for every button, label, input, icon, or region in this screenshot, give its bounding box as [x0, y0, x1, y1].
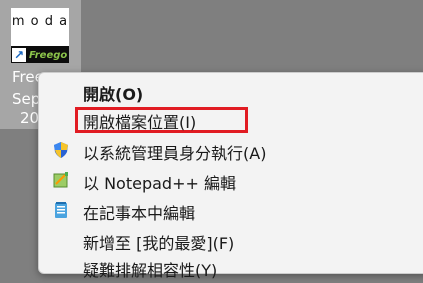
menu-item-label: 開啟檔案位置(I)	[83, 113, 197, 132]
menu-item-edit-notepad[interactable]: 在記事本中編輯	[39, 196, 423, 226]
menu-item-open[interactable]: 開啟(O)	[39, 77, 423, 107]
menu-item-label: 在記事本中編輯	[83, 204, 196, 223]
menu-item-label: 疑難排解相容性(Y)	[83, 261, 218, 280]
freego-logo-text: Freego	[29, 50, 68, 61]
freego-banner: ↗ Freego	[11, 46, 69, 63]
shortcut-arrow-icon: ↗	[12, 48, 26, 62]
menu-item-label: 以系統管理員身分執行(A)	[83, 144, 267, 163]
uac-shield-icon	[54, 142, 68, 158]
menu-item-troubleshoot-compatibility[interactable]: 疑難排解相容性(Y)	[39, 253, 423, 283]
notepad-icon	[55, 202, 67, 218]
menu-item-label: 開啟(O)	[83, 85, 144, 104]
menu-item-edit-notepad-plus-plus[interactable]: 以 Notepad++ 編輯	[39, 166, 423, 196]
shortcut-thumbnail: m o d a ↗ Freego	[11, 8, 69, 63]
notepad-plus-plus-icon	[53, 172, 68, 188]
menu-item-run-as-admin[interactable]: 以系統管理員身分執行(A)	[39, 136, 423, 166]
moda-logo: m o d a	[11, 14, 69, 29]
context-menu: 開啟(O) 開啟檔案位置(I) 以系統管理員身分執行(A) 以 Notepad+…	[38, 72, 423, 280]
menu-item-open-file-location[interactable]: 開啟檔案位置(I)	[39, 105, 423, 135]
menu-item-add-to-favorites[interactable]: 新增至 [我的最愛](F)	[39, 226, 423, 256]
menu-item-label: 以 Notepad++ 編輯	[83, 174, 236, 193]
menu-item-label: 新增至 [我的最愛](F)	[83, 234, 235, 253]
